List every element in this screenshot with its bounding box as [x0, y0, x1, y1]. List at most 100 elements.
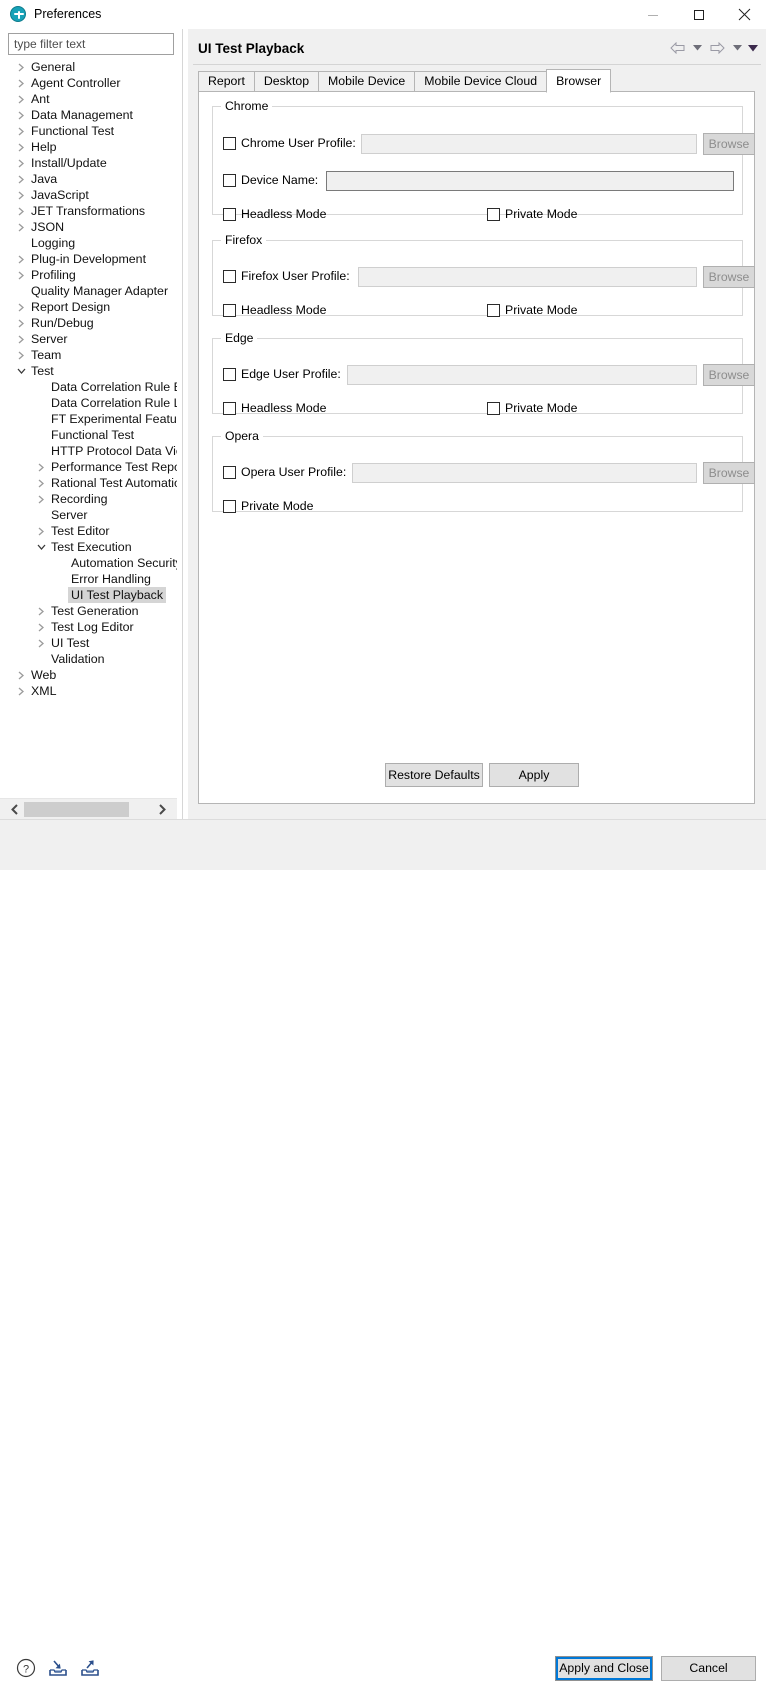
chevron-right-icon[interactable]: [14, 187, 28, 203]
tab-report[interactable]: Report: [198, 71, 254, 92]
sidebar-item-web[interactable]: Web: [0, 667, 177, 683]
sidebar-item-ui-test-playback[interactable]: UI Test Playback: [0, 587, 177, 603]
chevron-right-icon[interactable]: [14, 171, 28, 187]
chevron-right-icon[interactable]: [14, 91, 28, 107]
firefox-browse-button[interactable]: Browse: [703, 266, 755, 288]
chrome-user-profile-field[interactable]: [361, 134, 697, 154]
sidebar-item-functional-test[interactable]: Functional Test: [0, 427, 177, 443]
opera-user-profile-field[interactable]: [352, 463, 697, 483]
chevron-right-icon[interactable]: [14, 155, 28, 171]
opera-browse-button[interactable]: Browse: [703, 462, 755, 484]
filter-input[interactable]: [8, 33, 174, 55]
sidebar-item-test-log-editor[interactable]: Test Log Editor: [0, 619, 177, 635]
sidebar-item-test-execution[interactable]: Test Execution: [0, 539, 177, 555]
close-button[interactable]: [722, 0, 766, 29]
chevron-right-icon[interactable]: [34, 603, 48, 619]
chevron-right-icon[interactable]: [14, 315, 28, 331]
firefox-private-mode-checkbox[interactable]: [487, 304, 500, 317]
chevron-right-icon[interactable]: [34, 635, 48, 651]
sidebar-item-validation[interactable]: Validation: [0, 651, 177, 667]
tab-desktop[interactable]: Desktop: [254, 71, 318, 92]
chrome-headless-mode-checkbox[interactable]: [223, 208, 236, 221]
maximize-button[interactable]: [676, 0, 722, 29]
sidebar-item-functional-test[interactable]: Functional Test: [0, 123, 177, 139]
chevron-right-icon[interactable]: [14, 59, 28, 75]
chevron-right-icon[interactable]: [34, 523, 48, 539]
firefox-user-profile-field[interactable]: [358, 267, 697, 287]
scroll-thumb[interactable]: [24, 802, 129, 817]
sidebar-item-json[interactable]: JSON: [0, 219, 177, 235]
import-preferences-button[interactable]: [44, 1654, 72, 1682]
tab-mobile-device[interactable]: Mobile Device: [318, 71, 414, 92]
chevron-right-icon[interactable]: [14, 683, 28, 699]
chevron-right-icon[interactable]: [14, 331, 28, 347]
scroll-left-button[interactable]: [4, 799, 24, 820]
sidebar-item-recording[interactable]: Recording: [0, 491, 177, 507]
tab-mobile-device-cloud[interactable]: Mobile Device Cloud: [414, 71, 546, 92]
cancel-button[interactable]: Cancel: [661, 1656, 756, 1681]
sidebar-item-test-editor[interactable]: Test Editor: [0, 523, 177, 539]
forward-history-dropdown[interactable]: [730, 38, 744, 58]
chevron-right-icon[interactable]: [34, 491, 48, 507]
edge-headless-mode-checkbox[interactable]: [223, 402, 236, 415]
opera-private-mode-checkbox[interactable]: [223, 500, 236, 513]
chevron-right-icon[interactable]: [14, 299, 28, 315]
sidebar-item-performance-test-report[interactable]: Performance Test Report: [0, 459, 177, 475]
export-preferences-button[interactable]: [76, 1654, 104, 1682]
forward-button[interactable]: [706, 38, 728, 58]
sidebar-item-logging[interactable]: Logging: [0, 235, 177, 251]
chevron-right-icon[interactable]: [14, 75, 28, 91]
sidebar-item-data-correlation-rule-logs[interactable]: Data Correlation Rule Logs: [0, 395, 177, 411]
chevron-right-icon[interactable]: [14, 219, 28, 235]
opera-user-profile-checkbox[interactable]: [223, 466, 236, 479]
edge-user-profile-field[interactable]: [347, 365, 697, 385]
sidebar-item-jet-transformations[interactable]: JET Transformations: [0, 203, 177, 219]
sidebar-item-general[interactable]: General: [0, 59, 177, 75]
chevron-right-icon[interactable]: [14, 123, 28, 139]
sidebar-item-error-handling[interactable]: Error Handling: [0, 571, 177, 587]
apply-and-close-button[interactable]: Apply and Close: [555, 1656, 653, 1681]
sidebar-item-rational-test-automation-server[interactable]: Rational Test Automation Server: [0, 475, 177, 491]
chrome-private-mode-checkbox[interactable]: [487, 208, 500, 221]
chrome-device-name-field[interactable]: [326, 171, 734, 191]
chrome-browse-button[interactable]: Browse: [703, 133, 755, 155]
sidebar-item-help[interactable]: Help: [0, 139, 177, 155]
minimize-button[interactable]: [630, 0, 676, 29]
sidebar-item-xml[interactable]: XML: [0, 683, 177, 699]
chevron-down-icon[interactable]: [14, 363, 28, 379]
sidebar-item-run-debug[interactable]: Run/Debug: [0, 315, 177, 331]
back-button[interactable]: [666, 38, 688, 58]
tab-browser[interactable]: Browser: [546, 69, 611, 93]
firefox-headless-mode-checkbox[interactable]: [223, 304, 236, 317]
sidebar-item-install-update[interactable]: Install/Update: [0, 155, 177, 171]
help-button[interactable]: ?: [12, 1654, 40, 1682]
chevron-right-icon[interactable]: [14, 347, 28, 363]
chevron-right-icon[interactable]: [34, 619, 48, 635]
tree-horizontal-scrollbar[interactable]: [0, 798, 177, 820]
sidebar-item-ui-test[interactable]: UI Test: [0, 635, 177, 651]
sidebar-item-team[interactable]: Team: [0, 347, 177, 363]
sidebar-item-data-management[interactable]: Data Management: [0, 107, 177, 123]
chevron-right-icon[interactable]: [14, 267, 28, 283]
sidebar-item-profiling[interactable]: Profiling: [0, 267, 177, 283]
sidebar-item-agent-controller[interactable]: Agent Controller: [0, 75, 177, 91]
chrome-device-name-checkbox[interactable]: [223, 174, 236, 187]
chevron-right-icon[interactable]: [14, 251, 28, 267]
sidebar-item-server[interactable]: Server: [0, 507, 177, 523]
edge-user-profile-checkbox[interactable]: [223, 368, 236, 381]
sidebar-item-test-generation[interactable]: Test Generation: [0, 603, 177, 619]
scroll-right-button[interactable]: [152, 799, 172, 820]
back-history-dropdown[interactable]: [690, 38, 704, 58]
sidebar-item-automation-security[interactable]: Automation Security: [0, 555, 177, 571]
chevron-right-icon[interactable]: [14, 107, 28, 123]
sidebar-item-test[interactable]: Test: [0, 363, 177, 379]
sidebar-item-data-correlation-rule-editor[interactable]: Data Correlation Rule Editor: [0, 379, 177, 395]
chevron-right-icon[interactable]: [14, 203, 28, 219]
sidebar-item-ft-experimental-features[interactable]: FT Experimental Features: [0, 411, 177, 427]
sidebar-item-server[interactable]: Server: [0, 331, 177, 347]
preferences-tree[interactable]: GeneralAgent ControllerAntData Managemen…: [0, 59, 177, 796]
restore-defaults-button[interactable]: Restore Defaults: [385, 763, 483, 787]
apply-button[interactable]: Apply: [489, 763, 579, 787]
edge-browse-button[interactable]: Browse: [703, 364, 755, 386]
chevron-down-icon[interactable]: [34, 539, 48, 555]
